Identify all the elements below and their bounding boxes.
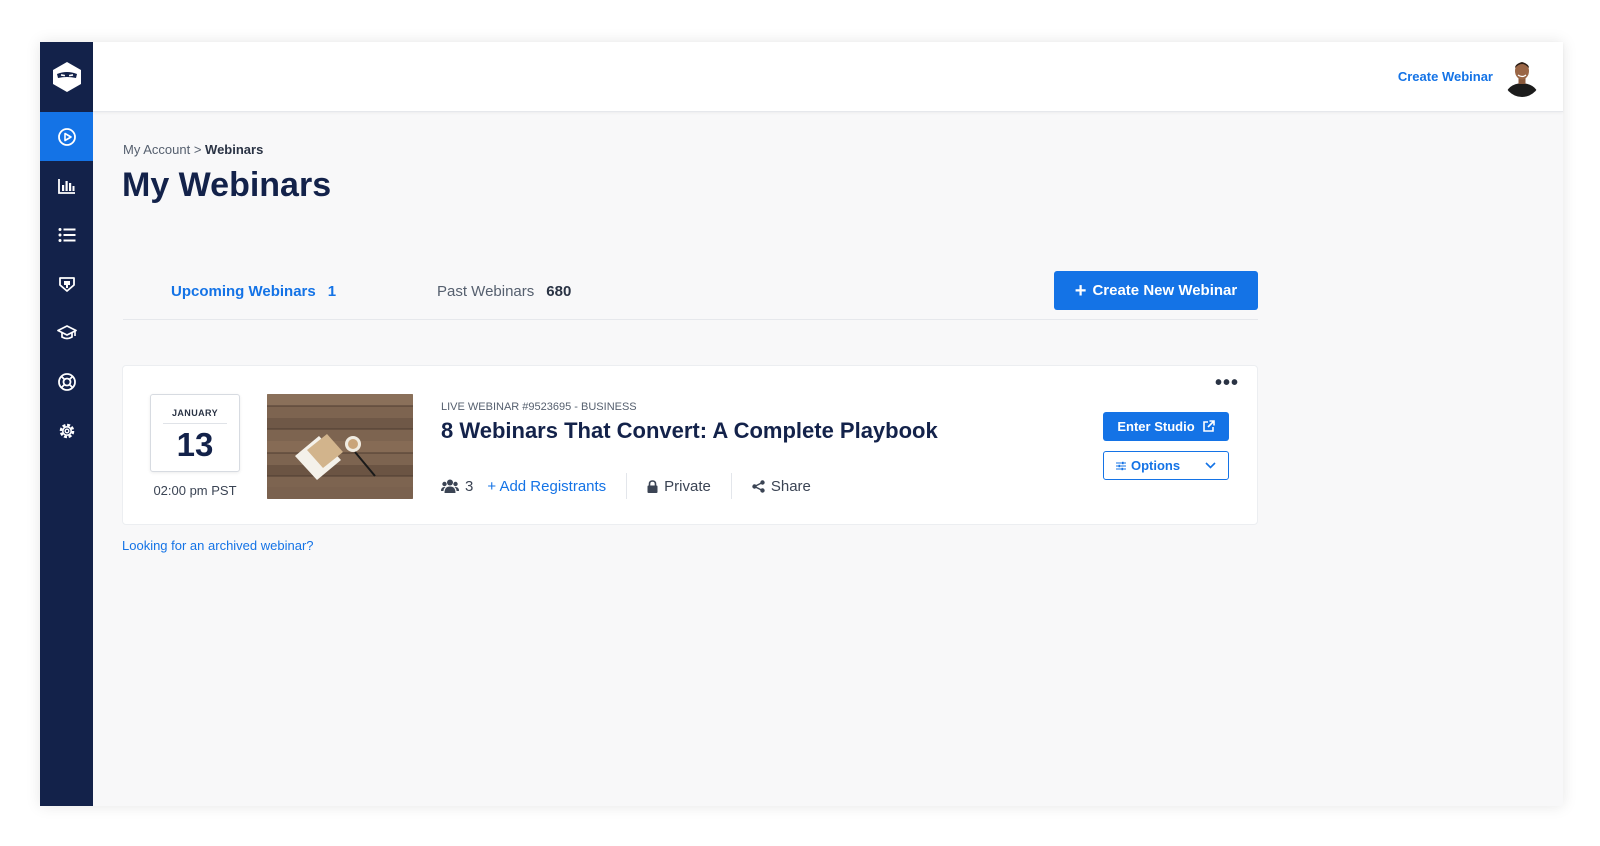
- breadcrumb: My Account > Webinars: [123, 142, 263, 157]
- webinar-time: 02:00 pm PST: [153, 483, 237, 498]
- graduation-cap-icon: [56, 324, 77, 339]
- nav-analytics[interactable]: [40, 161, 93, 210]
- date-badge: JANUARY 13: [150, 394, 240, 472]
- webinar-card: ••• JANUARY 13 02:00 pm PST LIVE WEBINAR…: [122, 365, 1258, 525]
- webinar-meta: LIVE WEBINAR #9523695 - BUSINESS: [441, 401, 637, 413]
- nav-list[interactable]: [40, 210, 93, 259]
- list-icon: [58, 227, 75, 242]
- tab-past-count: 680: [546, 283, 572, 300]
- gear-icon: [59, 423, 74, 438]
- plus-icon: +: [1074, 279, 1087, 302]
- share-label: Share: [770, 477, 811, 495]
- user-avatar[interactable]: [1503, 57, 1541, 97]
- registrants-count-value: 3: [465, 477, 474, 495]
- integrations-icon: [58, 276, 75, 292]
- date-day: 13: [176, 426, 214, 463]
- share-icon: [752, 479, 765, 493]
- webinar-tabs: Upcoming Webinars 1 Past Webinars 680 + Cr…: [123, 268, 1258, 320]
- users-icon: [441, 479, 459, 493]
- privacy-label: Private: [664, 477, 711, 495]
- create-new-webinar-label: Create New Webinar: [1092, 282, 1238, 299]
- breadcrumb-separator: >: [193, 142, 202, 157]
- tab-past-webinars[interactable]: Past Webinars 680: [437, 283, 571, 300]
- more-options-icon[interactable]: •••: [1215, 372, 1239, 395]
- divider: [626, 473, 628, 499]
- nav-integrations[interactable]: [40, 259, 93, 308]
- add-registrants-link[interactable]: + Add Registrants: [487, 478, 606, 495]
- sliders-icon: [1116, 461, 1126, 470]
- divider: [730, 473, 732, 499]
- top-bar: Create Webinar: [93, 42, 1563, 112]
- ninja-logo-icon[interactable]: [40, 42, 93, 112]
- nav-settings[interactable]: [40, 406, 93, 455]
- lifebuoy-icon: [57, 372, 76, 391]
- webinar-actions: 3 + Add Registrants Private Share: [441, 473, 811, 499]
- options-label: Options: [1131, 458, 1181, 473]
- share-button[interactable]: Share: [752, 478, 811, 495]
- nav-webinars[interactable]: [40, 112, 93, 161]
- registrants-count[interactable]: 3: [441, 478, 473, 495]
- header-create-webinar-link[interactable]: Create Webinar: [1398, 69, 1493, 84]
- options-dropdown[interactable]: Options: [1103, 451, 1229, 480]
- privacy-toggle[interactable]: Private: [647, 478, 711, 495]
- archived-webinar-link[interactable]: Looking for an archived webinar?: [122, 538, 314, 553]
- webinar-title[interactable]: 8 Webinars That Convert: A Complete Play…: [441, 418, 938, 444]
- tab-upcoming-label: Upcoming Webinars: [171, 283, 316, 300]
- lock-icon: [647, 479, 658, 493]
- bar-chart-icon: [57, 178, 75, 194]
- nav-academy[interactable]: [40, 308, 93, 357]
- app-window: Create Webinar My Account > Webinars My …: [40, 42, 1563, 806]
- tab-upcoming-count: 1: [327, 283, 337, 300]
- breadcrumb-current: Webinars: [205, 142, 264, 157]
- sidebar: [40, 42, 93, 806]
- webinar-thumbnail[interactable]: [267, 394, 413, 499]
- page-title: My Webinars: [122, 166, 332, 204]
- enter-studio-button[interactable]: Enter Studio: [1103, 412, 1229, 441]
- tab-past-label: Past Webinars: [437, 283, 535, 300]
- tab-upcoming-webinars[interactable]: Upcoming Webinars 1: [171, 283, 336, 300]
- date-month: JANUARY: [163, 408, 227, 424]
- enter-studio-label: Enter Studio: [1117, 419, 1195, 434]
- breadcrumb-my-account[interactable]: My Account: [123, 142, 190, 157]
- nav-support[interactable]: [40, 357, 93, 406]
- play-circle-icon: [57, 127, 76, 146]
- create-new-webinar-button[interactable]: + Create New Webinar: [1054, 271, 1258, 310]
- chevron-down-icon: [1205, 462, 1216, 469]
- external-link-icon: [1202, 420, 1215, 432]
